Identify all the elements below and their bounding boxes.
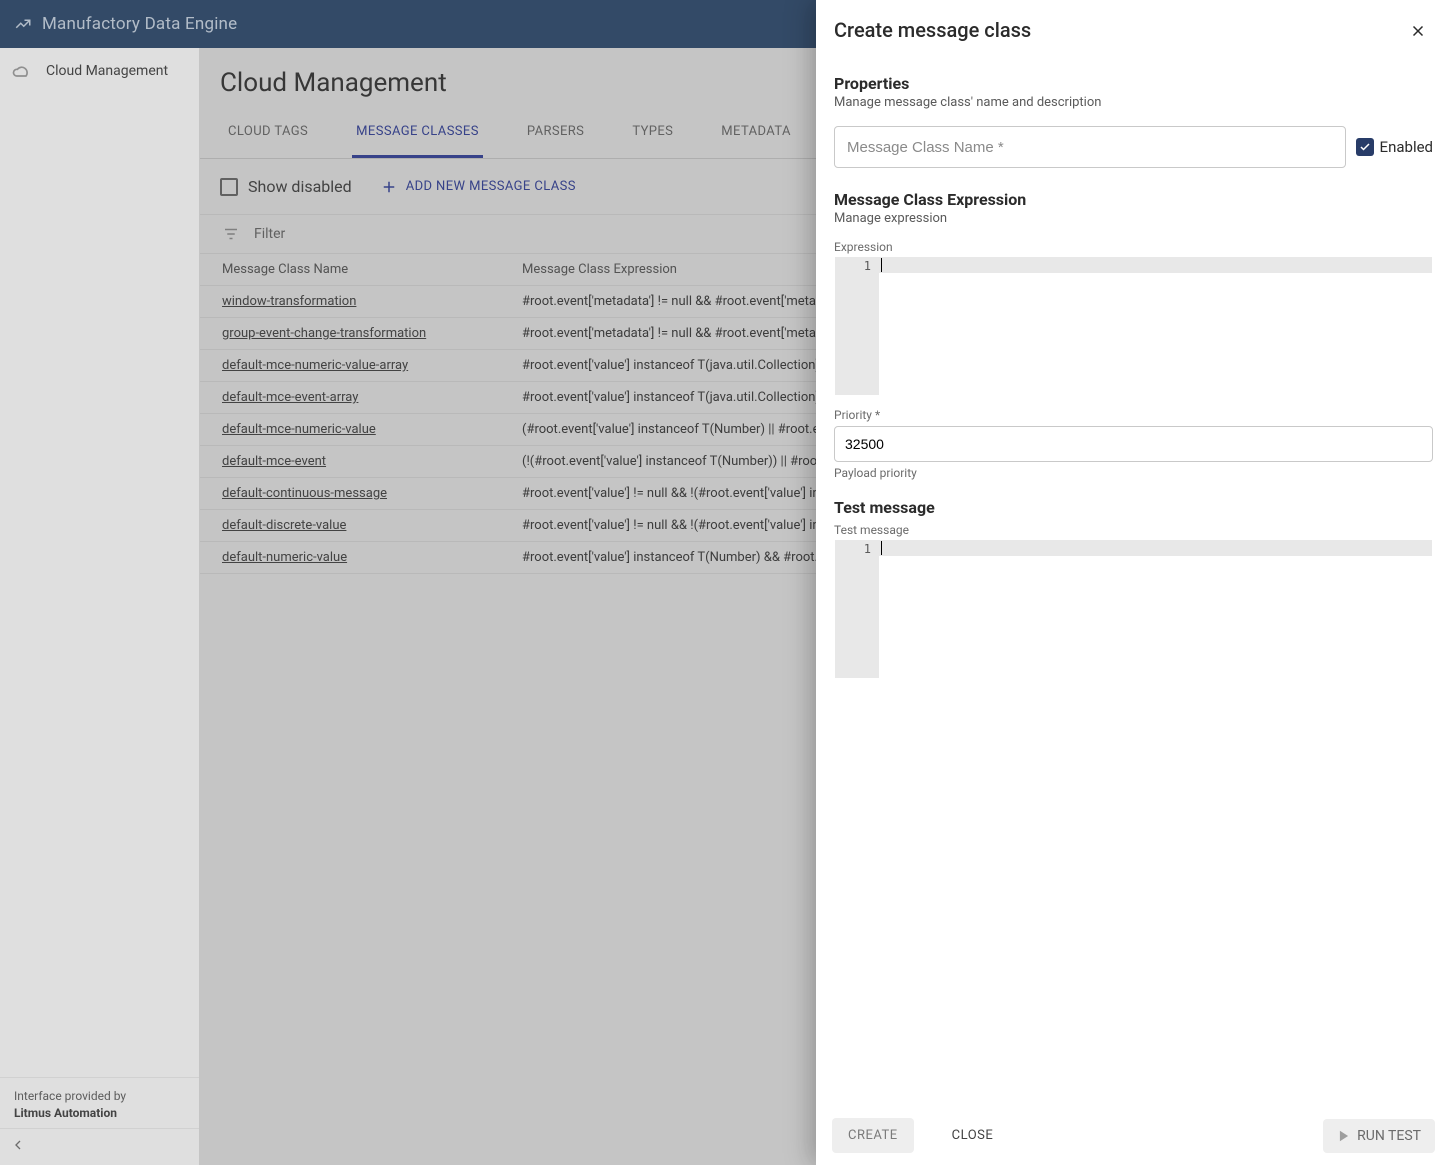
create-button[interactable]: CREATE (832, 1118, 914, 1153)
run-test-label: RUN TEST (1357, 1128, 1421, 1144)
expression-gutter-line: 1 (835, 259, 871, 273)
run-test-button[interactable]: RUN TEST (1323, 1119, 1435, 1153)
drawer-footer: CREATE CLOSE RUN TEST (816, 1106, 1451, 1165)
priority-hint: Payload priority (834, 466, 1433, 480)
test-gutter-line: 1 (835, 542, 871, 556)
modal-scrim[interactable] (0, 0, 816, 1165)
expression-heading: Message Class Expression (834, 190, 1433, 209)
checkbox-checked-icon (1356, 138, 1374, 156)
play-icon (1337, 1129, 1351, 1143)
expression-editor-label: Expression (834, 240, 1433, 254)
drawer-title: Create message class (834, 18, 1031, 42)
close-icon (1409, 22, 1427, 40)
enabled-label: Enabled (1380, 138, 1433, 156)
create-message-class-drawer: Create message class Properties Manage m… (816, 0, 1451, 1165)
close-button[interactable] (1405, 18, 1431, 48)
test-message-editor-label: Test message (834, 523, 1433, 537)
expression-editor[interactable]: 1 (834, 256, 1433, 396)
close-footer-button[interactable]: CLOSE (936, 1118, 1010, 1153)
message-class-name-input[interactable] (834, 126, 1346, 168)
priority-input[interactable] (834, 426, 1433, 462)
priority-label: Priority * (834, 408, 1433, 422)
properties-subheading: Manage message class' name and descripti… (834, 95, 1433, 110)
expression-subheading: Manage expression (834, 211, 1433, 226)
properties-heading: Properties (834, 74, 1433, 93)
test-message-heading: Test message (834, 498, 1433, 517)
test-message-editor[interactable]: 1 (834, 539, 1433, 679)
enabled-checkbox[interactable]: Enabled (1356, 138, 1433, 156)
